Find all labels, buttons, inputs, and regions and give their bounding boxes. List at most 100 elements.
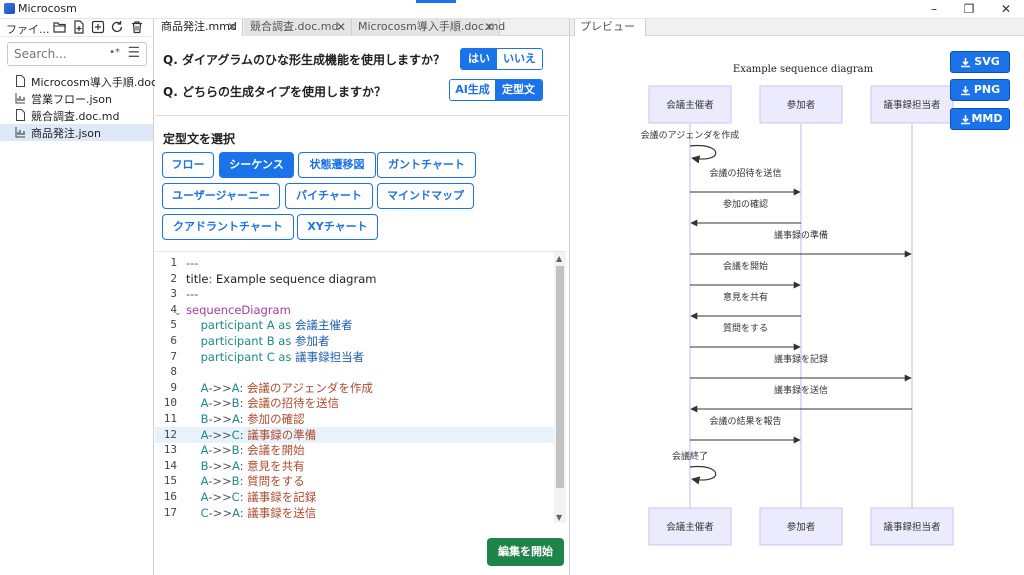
code-line: A->>C: 議事録の準備 [200,427,317,442]
explorer-toolbar: ファイ... [0,19,153,37]
refresh-icon[interactable] [110,20,124,34]
file-item[interactable]: 商品発注.json [0,124,153,141]
search-box: •* ☰ [7,42,147,66]
ai-gen-button[interactable]: AI生成 [450,80,495,100]
editor-tab[interactable]: Microcosm導入手順.doc.md ✕ [352,19,505,36]
new-file-icon[interactable] [72,20,86,34]
scroll-thumb[interactable] [556,266,564,488]
line-number: 13 [163,443,177,457]
chart-icon [15,93,25,104]
code-line: --- [186,287,199,302]
no-button[interactable]: いいえ [497,49,542,69]
yes-button[interactable]: はい [461,49,497,69]
app-logo-icon [4,3,15,14]
template-button[interactable]: シーケンス [219,152,294,178]
open-folder-icon[interactable] [53,20,67,34]
code-line: --- [186,256,199,270]
title-accent [416,0,456,3]
title-bar: Microcosm – ❐ ✕ [0,0,1024,19]
template-section-title: 定型文を選択 [163,132,236,146]
file-icon [16,109,25,121]
actor-label: 議事録担当者 [883,99,940,111]
template-button[interactable]: クアドラントチャート [162,214,294,240]
line-number: 5 [170,318,177,332]
actor-label: 参加者 [787,521,816,533]
code-line: participant C as 議事録担当者 [200,349,365,364]
template-button[interactable]: ガントチャート [377,152,476,178]
self-message-arrow [689,144,717,164]
code-line: A->>A: 会議のアジェンダを作成 [200,380,373,395]
export-svg-button[interactable]: SVG [950,51,1010,73]
close-button[interactable]: ✕ [990,0,1022,19]
export-png-button[interactable]: PNG [950,79,1010,101]
start-editing-button[interactable]: 編集を開始 [487,538,564,566]
new-folder-icon[interactable] [91,20,105,34]
template-button[interactable]: マインドマップ [377,183,474,209]
message-label: 参加の確認 [723,198,768,210]
line-number: 10 [163,396,177,410]
file-item[interactable]: 競合調査.doc.md [0,107,153,124]
message-label: 議事録の準備 [774,229,828,241]
question-template-gen: Q. ダイアグラムのひな形生成機能を使用しますか？ [163,53,445,67]
tab-close-icon[interactable]: ✕ [484,19,494,35]
code-line: participant A as 会議主催者 [200,318,353,333]
editor-tab[interactable]: 商品発注.mmd ✕ [155,19,243,36]
restore-button[interactable]: ❐ [953,0,985,19]
delete-icon[interactable] [130,20,144,34]
editor-tab[interactable]: 競合調査.doc.md ✕ [244,19,352,36]
menu-icon[interactable]: ☰ [127,46,140,60]
message-label: 会議のアジェンダを作成 [641,129,740,141]
search-input[interactable] [8,43,104,65]
line-number: 6 [170,334,177,347]
editor-tab-bar: 商品発注.mmd ✕ 競合調査.doc.md ✕ Microcosm導入手順.doc.m… [155,19,569,36]
code-line: A->>C: 議事録を記録 [200,490,317,504]
code-line: B->>A: 意見を共有 [200,458,305,473]
line-number: 14 [163,458,177,472]
self-message-arrow [689,465,717,485]
export-mmd-button[interactable]: MMD [950,108,1010,130]
line-number: 15 [163,474,177,488]
line-number: 12 [163,427,177,441]
message-label: 会議の結果を報告 [709,415,781,427]
file-item[interactable]: 営業フロー.json [0,90,153,107]
gen-type-toggle: AI生成 定型文 [449,79,543,101]
chart-icon [15,127,25,138]
tab-label: 競合調査.doc.md [250,20,339,33]
code-line: A->>B: 質問をする [200,474,305,489]
question-gen-type: Q. どちらの生成タイプを使用しますか？ [163,85,386,99]
line-number: 7 [170,349,177,363]
template-gen-toggle: はい いいえ [460,48,543,70]
tab-label: 商品発注.mmd [161,20,237,33]
code-line: title: Example sequence diagram [186,271,377,286]
code-scrollbar[interactable]: ▲ ▼ [554,252,566,523]
tab-close-icon[interactable]: ✕ [336,19,346,35]
message-label: 意見を共有 [723,291,768,303]
preview-tab[interactable]: プレビュー [574,19,646,36]
file-item[interactable]: Microcosm導入手順.doc.md [0,73,178,90]
message-label: 会議を開始 [723,260,768,272]
regex-toggle-icon[interactable]: •* [109,47,120,58]
file-list: Microcosm導入手順.doc.md 営業フロー.json 競合調査.doc.m… [0,73,178,141]
message-label: 会議終了 [672,450,708,462]
actor-label: 議事録担当者 [883,521,940,533]
template-button[interactable]: パイチャート [285,183,373,209]
template-type-button[interactable]: 定型文 [495,80,542,100]
download-icon [961,115,970,125]
tab-close-icon[interactable]: ✕ [227,19,237,35]
diagram-title: Example sequence diagram [733,64,874,75]
scroll-down-icon[interactable]: ▼ [556,513,562,522]
code-editor[interactable]: 1 2 3 4 ⌄ 5 6 7 8 9 10 11 12 13 14 15 16 17 --- title: Exa… [155,251,566,523]
preview-pane: プレビュー Example sequence diagram 会議主催者参加者 議事… [570,19,1024,575]
editor-pane: 商品発注.mmd ✕ 競合調査.doc.md ✕ Microcosm導入手順.doc.m… [155,19,569,575]
template-button[interactable]: XYチャート [297,214,378,240]
preview-tab-bar: プレビュー [570,19,1024,36]
message-label: 会議の招待を送信 [709,167,781,179]
template-button[interactable]: 状態遷移図 [298,152,376,178]
scroll-up-icon[interactable]: ▲ [556,254,562,263]
line-number-gutter: 1 2 3 4 ⌄ 5 6 7 8 9 10 11 12 13 14 15 16 17 [155,252,183,523]
minimize-button[interactable]: – [918,0,950,19]
template-button[interactable]: ユーザージャーニー [162,183,280,209]
line-number: 8 [170,365,177,379]
actor-label: 会議主催者 [666,99,714,111]
template-button[interactable]: フロー [162,152,214,178]
